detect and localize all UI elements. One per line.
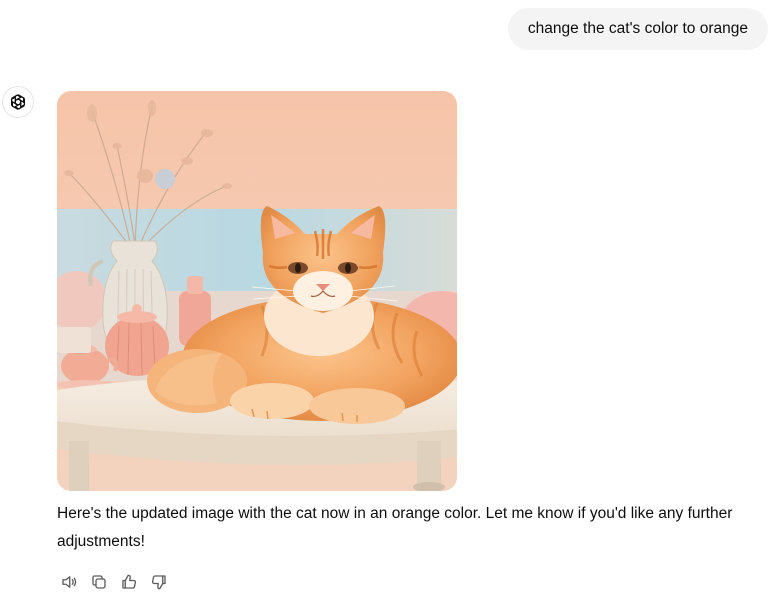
- good-response-button[interactable]: [117, 570, 141, 594]
- copy-icon: [92, 575, 106, 589]
- speaker-icon: [62, 576, 77, 588]
- bad-response-button[interactable]: [147, 570, 171, 594]
- thumbs-down-icon: [151, 575, 166, 590]
- thumbs-up-icon: [122, 574, 137, 589]
- chat-page: change the cat's color to orange Here's …: [0, 0, 778, 605]
- copy-button[interactable]: [87, 570, 111, 594]
- message-actions: [57, 570, 171, 594]
- user-message-bubble: change the cat's color to orange: [507, 8, 768, 50]
- assistant-avatar: [2, 86, 34, 118]
- assistant-reply-text: Here's the updated image with the cat no…: [57, 505, 733, 550]
- read-aloud-button[interactable]: [57, 570, 81, 594]
- user-message-text: change the cat's color to orange: [527, 20, 748, 37]
- orange-cat-illustration: [57, 91, 457, 491]
- openai-logo-icon: [10, 94, 26, 110]
- generated-image[interactable]: [57, 91, 457, 491]
